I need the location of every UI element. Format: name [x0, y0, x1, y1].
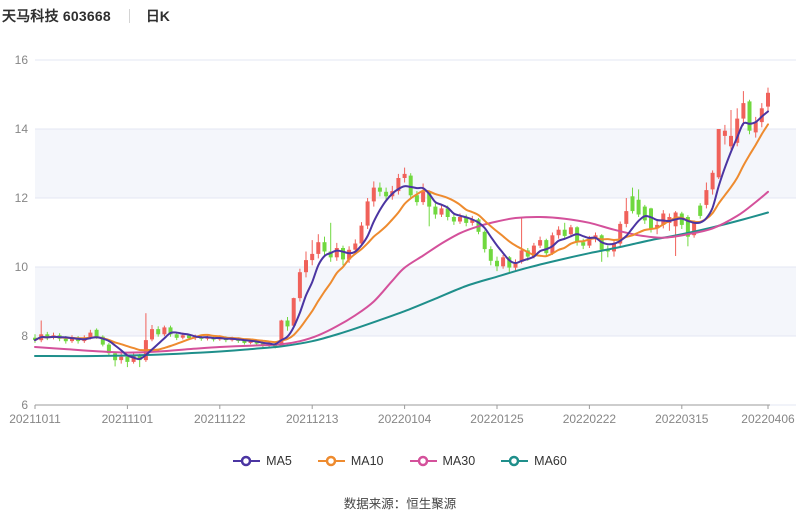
svg-text:16: 16 — [15, 53, 29, 67]
legend-label: MA30 — [443, 454, 476, 468]
svg-text:20211213: 20211213 — [286, 412, 339, 426]
svg-text:20211011: 20211011 — [9, 412, 61, 426]
legend-item-ma10[interactable]: MA10 — [318, 454, 384, 468]
legend-item-ma60[interactable]: MA60 — [501, 454, 567, 468]
svg-text:20211101: 20211101 — [102, 412, 154, 426]
svg-text:20220104: 20220104 — [378, 412, 432, 426]
svg-text:6: 6 — [21, 398, 28, 412]
svg-text:20211122: 20211122 — [194, 412, 246, 426]
legend-label: MA5 — [266, 454, 292, 468]
legend-label: MA60 — [534, 454, 567, 468]
legend-label: MA10 — [351, 454, 384, 468]
y-axis-labels: 6 8 10 12 14 16 — [15, 53, 29, 412]
svg-text:20220125: 20220125 — [470, 412, 524, 426]
chart-legend: MA5 MA10 MA30 MA60 — [0, 454, 800, 468]
svg-text:10: 10 — [15, 260, 29, 274]
ma30-legend-icon — [410, 455, 437, 467]
svg-text:12: 12 — [15, 191, 29, 205]
x-axis — [35, 405, 770, 409]
kline-chart[interactable]: 6 8 10 12 14 16 20211011 20211101 20211122 202112… — [0, 0, 800, 440]
svg-text:20220406: 20220406 — [741, 412, 795, 426]
legend-item-ma30[interactable]: MA30 — [410, 454, 476, 468]
ma60-legend-icon — [501, 455, 528, 467]
svg-text:14: 14 — [15, 122, 29, 136]
x-axis-labels: 20211011 20211101 20211122 20211213 20220104… — [9, 412, 795, 426]
ma10-legend-icon — [318, 455, 345, 467]
legend-item-ma5[interactable]: MA5 — [233, 454, 292, 468]
svg-text:20220315: 20220315 — [655, 412, 709, 426]
ma5-legend-icon — [233, 455, 260, 467]
price-bands — [35, 129, 796, 336]
data-source-label: 数据来源：恒生聚源 — [0, 493, 800, 512]
stock-chart-app: 天马科技 603668 日K 6810121416202110112021110… — [0, 0, 800, 517]
svg-text:8: 8 — [21, 329, 28, 343]
svg-text:20220222: 20220222 — [563, 412, 617, 426]
